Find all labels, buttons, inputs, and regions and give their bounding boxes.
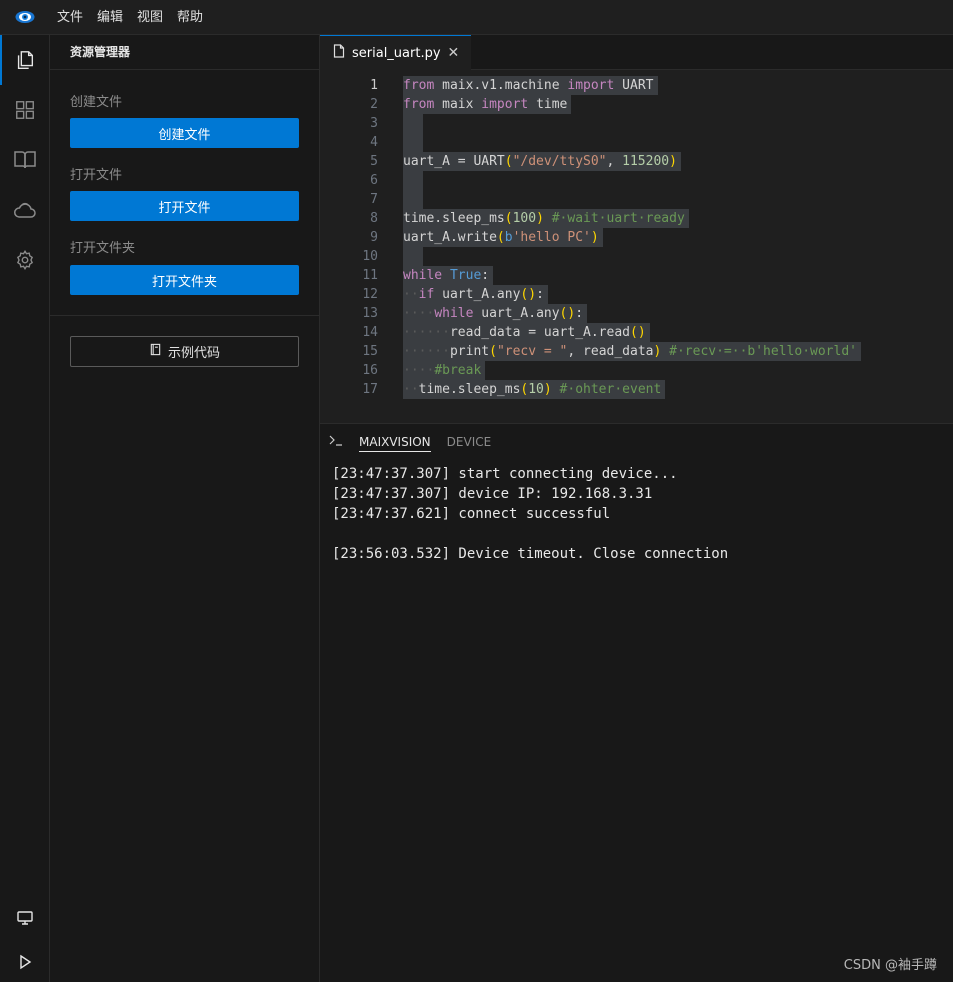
code-line[interactable]: 15 ······print("recv = ", read_data) #·re… <box>320 342 953 361</box>
line-number: 13 <box>362 306 378 321</box>
line-number: 1 <box>370 78 378 93</box>
open-file-label: 打开文件 <box>70 168 123 183</box>
notebook-icon <box>149 343 162 360</box>
line-number: 14 <box>362 325 378 340</box>
line-number: 12 <box>362 287 378 302</box>
settings-icon[interactable] <box>0 235 50 285</box>
line-number: 7 <box>370 192 378 207</box>
create-file-label: 创建文件 <box>70 95 123 110</box>
line-number: 11 <box>362 268 378 283</box>
code-line[interactable]: 17 ··time.sleep_ms(10) #·ohter·event <box>320 380 953 399</box>
book-icon[interactable] <box>0 135 50 185</box>
log-line: [23:47:37.307] device IP: 192.168.3.31 <box>332 486 653 502</box>
examples-label: 示例代码 <box>167 346 220 361</box>
output-panel: MAIXVISION DEVICE [23:47:37.307] start c… <box>320 423 953 982</box>
create-file-button[interactable]: 创建文件 <box>70 118 299 148</box>
line-number: 6 <box>370 173 378 188</box>
open-folder-label: 打开文件夹 <box>70 241 136 256</box>
line-number: 10 <box>362 249 378 264</box>
panel-tabs: MAIXVISION DEVICE <box>320 424 953 459</box>
menu-view[interactable]: 视图 <box>130 0 170 35</box>
log-line: [23:47:37.621] connect successful <box>332 506 611 522</box>
code-line[interactable]: 16 ····#break <box>320 361 953 380</box>
menu-file[interactable]: 文件 <box>50 0 90 35</box>
app-logo-icon <box>0 0 50 35</box>
selection-highlight <box>403 247 423 266</box>
code-line[interactable]: 12 ··if uart_A.any(): <box>320 285 953 304</box>
code-text: while True: <box>403 268 490 283</box>
sidebar-divider <box>50 315 319 316</box>
code-line[interactable]: 9 uart_A.write(b'hello PC') <box>320 228 953 247</box>
code-line[interactable]: 7 <box>320 190 953 209</box>
sidebar-title: 资源管理器 <box>50 35 319 70</box>
code-line[interactable]: 3 <box>320 114 953 133</box>
tab-label: serial_uart.py <box>352 45 441 61</box>
cloud-icon[interactable] <box>0 185 50 235</box>
code-line[interactable]: 11 while True: <box>320 266 953 285</box>
code-area[interactable]: 1 from maix.v1.machine import UART 2 from m… <box>320 70 953 423</box>
code-line[interactable]: 14 ······read_data = uart_A.read() <box>320 323 953 342</box>
open-file-button[interactable]: 打开文件 <box>70 191 299 221</box>
files-icon[interactable] <box>0 35 50 85</box>
line-number: 4 <box>370 135 378 150</box>
selection-highlight <box>403 133 423 152</box>
code-text: ····#break <box>403 363 482 378</box>
line-number: 17 <box>362 382 378 397</box>
code-line[interactable]: 4 <box>320 133 953 152</box>
extensions-icon[interactable] <box>0 85 50 135</box>
code-line[interactable]: 8 time.sleep_ms(100) #·wait·uart·ready <box>320 209 953 228</box>
watermark: CSDN @袖手蹲 <box>843 958 937 973</box>
code-text: ··time.sleep_ms(10) #·ohter·event <box>403 382 662 397</box>
line-number: 8 <box>370 211 378 226</box>
line-number: 15 <box>362 344 378 359</box>
code-text: ······print("recv = ", read_data) #·recv… <box>403 344 857 359</box>
selection-highlight <box>403 114 423 133</box>
code-text: ··if uart_A.any(): <box>403 287 544 302</box>
output-log: [23:47:37.307] start connecting device..… <box>332 464 728 564</box>
code-text: ······read_data = uart_A.read() <box>403 325 646 340</box>
line-number: 16 <box>362 363 378 378</box>
menu-help[interactable]: 帮助 <box>170 0 210 35</box>
code-line[interactable]: 2 from maix import time <box>320 95 953 114</box>
editor-tabs: serial_uart.py ✕ <box>320 35 953 70</box>
line-number: 2 <box>370 97 378 112</box>
tab-maixvision[interactable]: MAIXVISION <box>359 432 431 452</box>
monitor-icon[interactable] <box>0 893 50 943</box>
log-line: [23:56:03.532] Device timeout. Close con… <box>332 546 729 562</box>
open-folder-button[interactable]: 打开文件夹 <box>70 265 299 295</box>
selection-highlight <box>403 171 423 190</box>
line-number: 3 <box>370 116 378 131</box>
run-icon[interactable] <box>0 937 50 982</box>
code-line[interactable]: 1 from maix.v1.machine import UART <box>320 76 953 95</box>
line-number: 9 <box>370 230 378 245</box>
selection-highlight <box>403 190 423 209</box>
code-line[interactable]: 6 <box>320 171 953 190</box>
menu-edit[interactable]: 编辑 <box>90 0 130 35</box>
line-number: 5 <box>370 154 378 169</box>
log-line: [23:47:37.307] start connecting device..… <box>332 466 678 482</box>
code-text: time.sleep_ms(100) #·wait·uart·ready <box>403 211 685 226</box>
terminal-icon <box>329 434 343 450</box>
code-text: uart_A.write(b'hello PC') <box>403 230 599 245</box>
code-line[interactable]: 10 <box>320 247 953 266</box>
code-text: from maix.v1.machine import UART <box>403 78 654 93</box>
tab-serial-uart[interactable]: serial_uart.py ✕ <box>320 35 471 70</box>
code-line[interactable]: 5 uart_A = UART("/dev/ttyS0", 115200) <box>320 152 953 171</box>
menu-bar: 文件 编辑 视图 帮助 <box>0 0 953 35</box>
code-text: uart_A = UART("/dev/ttyS0", 115200) <box>403 154 677 169</box>
code-editor: serial_uart.py ✕ 1 from maix.v1.machine i… <box>320 35 953 423</box>
file-icon <box>333 44 345 62</box>
code-text: ····while uart_A.any(): <box>403 306 584 321</box>
code-text: from maix import time <box>403 97 568 112</box>
close-icon[interactable]: ✕ <box>448 45 460 61</box>
code-line[interactable]: 13 ····while uart_A.any(): <box>320 304 953 323</box>
examples-button[interactable]: 示例代码 <box>70 336 299 367</box>
tab-device[interactable]: DEVICE <box>447 432 492 452</box>
activity-bar <box>0 35 50 982</box>
explorer-sidebar: 资源管理器 创建文件 创建文件 打开文件 打开文件 打开文件夹 打开文件夹 示例… <box>50 35 320 982</box>
